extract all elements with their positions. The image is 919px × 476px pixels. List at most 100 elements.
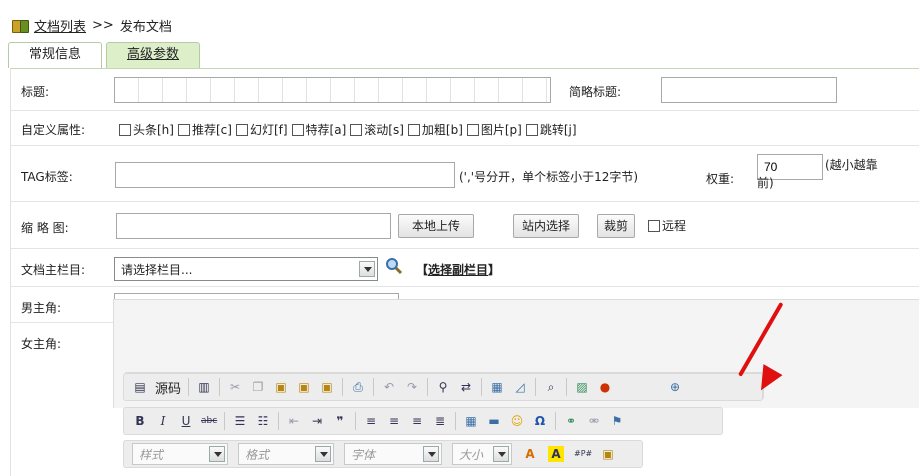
underline-icon[interactable]: U	[178, 413, 194, 429]
checkbox[interactable]	[525, 124, 538, 136]
remote-checkbox[interactable]	[648, 220, 660, 232]
toolbar-separator	[555, 412, 556, 430]
tag-input[interactable]	[115, 162, 455, 188]
tab-general-info[interactable]: 常规信息	[8, 42, 103, 68]
remote-option[interactable]: 远程	[648, 217, 686, 234]
size-combo[interactable]: 大小	[452, 443, 512, 465]
search-icon[interactable]	[385, 257, 403, 275]
redo-icon[interactable]: ↷	[404, 379, 420, 395]
breadcrumb-separator: >>	[92, 18, 114, 33]
print-icon[interactable]: ⎙	[350, 379, 366, 395]
check-spelling-icon[interactable]: ⌕	[543, 379, 559, 395]
checkbox[interactable]	[291, 124, 304, 136]
checkbox[interactable]	[119, 124, 131, 136]
thumbnail-input[interactable]	[116, 213, 391, 239]
checkbox[interactable]	[177, 124, 190, 136]
image-icon[interactable]: ▨	[574, 379, 590, 395]
background-color-icon[interactable]: A	[548, 446, 564, 462]
attr-option-special[interactable]: 特荐[a]	[291, 121, 346, 138]
attr-option-scroll[interactable]: 滚动[s]	[350, 121, 404, 138]
select-all-icon[interactable]: ▦	[489, 379, 505, 395]
source-icon[interactable]: ▤	[132, 379, 148, 395]
align-right-icon[interactable]: ≡	[409, 413, 425, 429]
chevron-down-icon[interactable]	[315, 446, 331, 462]
custom-attr-label: 自定义属性:	[21, 123, 86, 137]
local-upload-button[interactable]: 本地上传	[398, 214, 474, 238]
checkbox[interactable]	[350, 124, 363, 136]
chevron-down-icon[interactable]	[493, 446, 509, 462]
unlink-icon[interactable]: ⚮	[586, 413, 602, 429]
anchor-flag-icon[interactable]: ⚑	[609, 413, 625, 429]
select-sub-category-link[interactable]: 选择副栏目	[428, 263, 488, 277]
female-lead-label: 女主角:	[21, 337, 62, 351]
thumbnail-row: 缩 略 图: 本地上传 站内选择 裁剪 远程	[11, 202, 919, 249]
eraser-icon[interactable]: ◿	[512, 379, 528, 395]
short-title-label: 简略标题:	[569, 85, 622, 99]
link-icon[interactable]: ⚭	[563, 413, 579, 429]
cut-icon[interactable]: ✂	[227, 379, 243, 395]
weight-hint: (越小越靠前)	[757, 158, 878, 190]
table-icon[interactable]: ▦	[463, 413, 479, 429]
align-center-icon[interactable]: ≡	[386, 413, 402, 429]
book-icon	[12, 19, 29, 33]
format-combo[interactable]: 格式	[238, 443, 334, 465]
attr-option-headline[interactable]: 头条[h]	[119, 121, 174, 138]
spell-check-icon[interactable]: #P#	[574, 446, 592, 462]
checkbox[interactable]	[407, 124, 420, 136]
outdent-icon[interactable]: ⇤	[286, 413, 302, 429]
category-select[interactable]: 请选择栏目...	[114, 257, 378, 281]
tab-advanced-params[interactable]: 高级参数	[106, 42, 201, 68]
source-button[interactable]: 源码	[155, 378, 181, 397]
replace-icon[interactable]: ⇄	[458, 379, 474, 395]
site-select-button[interactable]: 站内选择	[513, 214, 579, 238]
chevron-down-icon[interactable]	[423, 446, 439, 462]
attr-option-jump[interactable]: 跳转[j]	[525, 121, 577, 138]
flash-icon[interactable]: ●	[597, 379, 613, 395]
smiley-icon[interactable]: ☺	[509, 413, 525, 429]
style-combo[interactable]: 样式	[132, 443, 228, 465]
paste-text-icon[interactable]: ▣	[296, 379, 312, 395]
toolbar-separator	[278, 412, 279, 430]
attr-option-slideshow[interactable]: 幻灯[f]	[235, 121, 288, 138]
chevron-down-icon[interactable]	[209, 446, 225, 462]
font-combo[interactable]: 字体	[344, 443, 442, 465]
editor-toolbar-row-2: B I U abc ☰ ☷ ⇤ ⇥ ❞ ≡ ≡ ≡ ≣ ▦ ▬ ☺ Ω ⚭ ⚮ …	[123, 407, 723, 435]
toolbar-separator	[427, 378, 429, 396]
attr-option-recommend[interactable]: 推荐[c]	[177, 121, 232, 138]
paste-word-icon[interactable]: ▣	[319, 379, 335, 395]
chevron-down-icon[interactable]	[359, 261, 375, 277]
short-title-input[interactable]	[661, 77, 837, 103]
checkbox[interactable]	[466, 124, 479, 136]
checkbox[interactable]	[235, 124, 248, 136]
strikethrough-icon[interactable]: abc	[201, 413, 217, 429]
thumbnail-label: 缩 略 图:	[21, 221, 69, 235]
ordered-list-icon[interactable]: ☰	[232, 413, 248, 429]
unordered-list-icon[interactable]: ☷	[255, 413, 271, 429]
attr-option-image[interactable]: 图片[p]	[466, 121, 522, 138]
attr-option-bold[interactable]: 加粗[b]	[407, 121, 463, 138]
find-icon[interactable]: ⚲	[435, 379, 451, 395]
italic-icon[interactable]: I	[155, 413, 171, 429]
preview-icon[interactable]: ▥	[196, 379, 212, 395]
title-input[interactable]	[114, 77, 551, 103]
doc-list-link[interactable]: 文档列表	[34, 16, 86, 35]
justify-icon[interactable]: ≣	[432, 413, 448, 429]
top-bar: 文档列表 >> 发布文档	[0, 0, 919, 42]
toolbar-separator	[224, 412, 225, 430]
align-left-icon[interactable]: ≡	[363, 413, 379, 429]
paste-icon[interactable]: ▣	[273, 379, 289, 395]
editor-toolbar-row-3: 样式 格式 字体 大小 A A #P# ▣	[123, 440, 643, 468]
blockquote-icon[interactable]: ❞	[332, 413, 348, 429]
maximize-icon[interactable]: ⊕	[667, 379, 683, 395]
tag-hint: (','号分开，单个标签小于12字节)	[459, 170, 639, 184]
text-color-icon[interactable]: A	[522, 446, 538, 462]
copy-icon[interactable]: ❐	[250, 379, 266, 395]
special-char-icon[interactable]: Ω	[532, 413, 548, 429]
indent-icon[interactable]: ⇥	[309, 413, 325, 429]
horizontal-rule-icon[interactable]: ▬	[486, 413, 502, 429]
template-icon[interactable]: ▣	[600, 446, 616, 462]
undo-icon[interactable]: ↶	[381, 379, 397, 395]
bold-icon[interactable]: B	[132, 413, 148, 429]
title-label: 标题:	[21, 85, 50, 99]
crop-button[interactable]: 裁剪	[597, 214, 635, 238]
